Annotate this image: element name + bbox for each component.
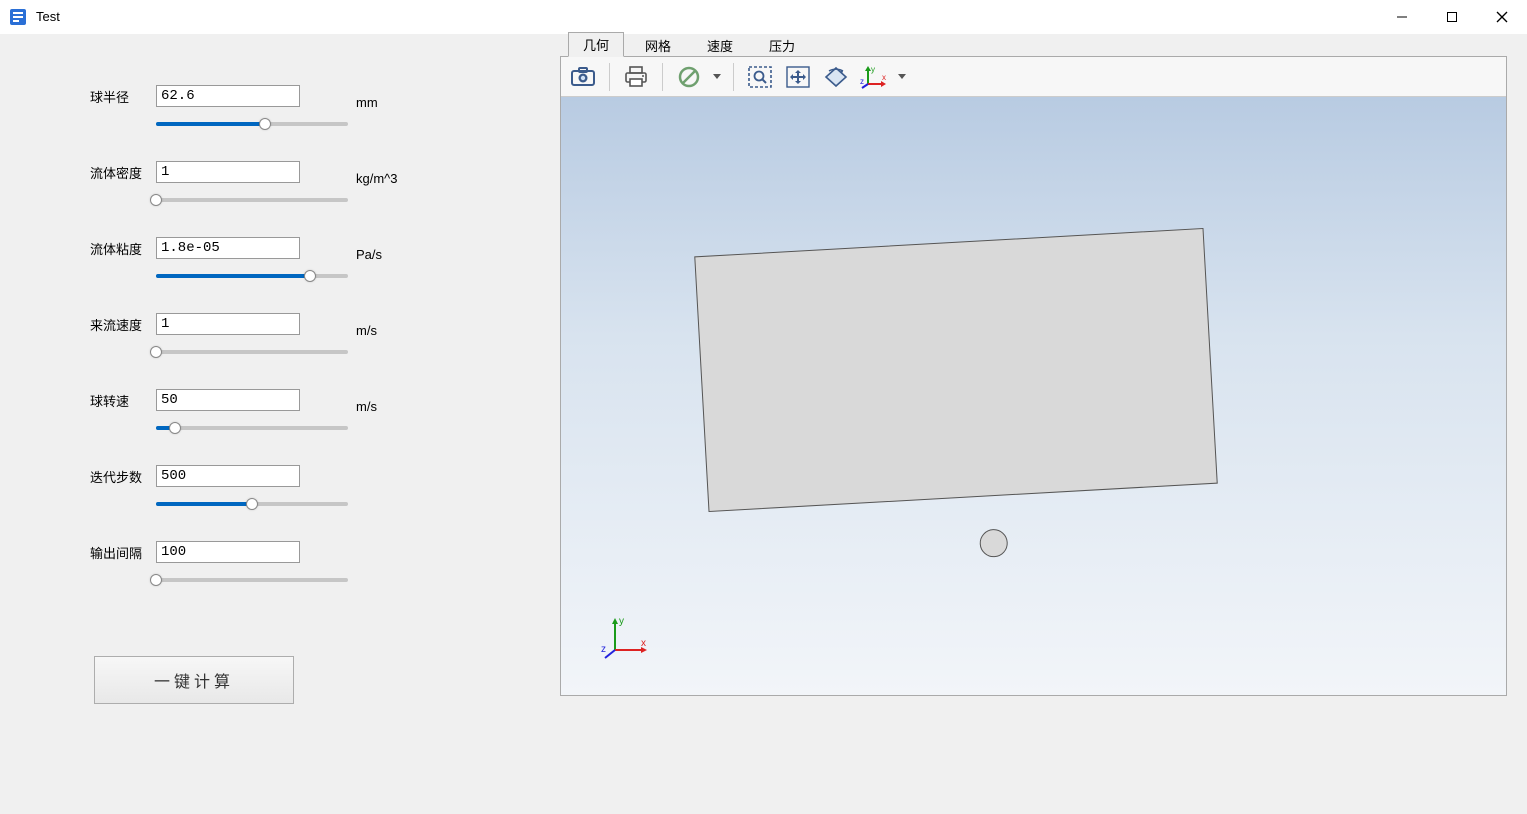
parameters-panel: 球半径 mm 流体密度 kg/m^3 流体粘度 Pa/s 来流速度 m/s 球转速 m/s 迭代步数… [0, 34, 560, 814]
tab-2[interactable]: 速度 [692, 33, 748, 57]
param-unit: kg/m^3 [356, 171, 398, 186]
camera-icon[interactable] [565, 60, 601, 94]
tabs-bar: 几何网格速度压力 [560, 34, 1507, 56]
viewer-panel: 几何网格速度压力 [560, 34, 1527, 814]
param-slider[interactable] [90, 494, 530, 514]
close-button[interactable] [1477, 0, 1527, 33]
param-input[interactable] [156, 313, 300, 335]
geometry-viewport[interactable]: y x z [561, 97, 1506, 695]
param-unit: m/s [356, 399, 377, 414]
axis-z-label: z [601, 644, 606, 655]
param-slider[interactable] [90, 342, 530, 362]
param-label: 迭代步数 [90, 467, 152, 486]
param-row: 流体密度 kg/m^3 [90, 160, 530, 184]
svg-text:y: y [871, 65, 875, 74]
param-slider[interactable] [90, 190, 530, 210]
param-row: 迭代步数 [90, 464, 530, 488]
param-input[interactable] [156, 541, 300, 563]
no-sign-dropdown[interactable] [709, 60, 725, 94]
print-icon[interactable] [618, 60, 654, 94]
orientation-triad: y x z [601, 610, 651, 663]
axes-dropdown[interactable] [894, 60, 910, 94]
rotate-view-icon[interactable] [818, 60, 854, 94]
title-bar: Test [0, 0, 1527, 34]
param-row: 来流速度 m/s [90, 312, 530, 336]
param-label: 流体粘度 [90, 239, 152, 258]
maximize-button[interactable] [1427, 0, 1477, 33]
param-row: 流体粘度 Pa/s [90, 236, 530, 260]
param-input[interactable] [156, 161, 300, 183]
param-unit: mm [356, 95, 378, 110]
param-slider[interactable] [90, 418, 530, 438]
axis-x-label: x [641, 638, 646, 649]
tab-0[interactable]: 几何 [568, 32, 624, 57]
param-label: 来流速度 [90, 315, 152, 334]
domain-rectangle [694, 228, 1217, 512]
param-input[interactable] [156, 85, 300, 107]
param-label: 流体密度 [90, 163, 152, 182]
param-slider[interactable] [90, 114, 530, 134]
param-row: 球转速 m/s [90, 388, 530, 412]
zoom-box-icon[interactable] [742, 60, 778, 94]
minimize-button[interactable] [1377, 0, 1427, 33]
param-input[interactable] [156, 389, 300, 411]
axis-y-label: y [619, 616, 624, 627]
param-label: 输出间隔 [90, 543, 152, 562]
svg-text:z: z [860, 77, 864, 86]
pan-arrows-icon[interactable] [780, 60, 816, 94]
tab-1[interactable]: 网格 [630, 33, 686, 57]
param-row: 输出间隔 [90, 540, 530, 564]
window-title: Test [36, 9, 60, 24]
param-input[interactable] [156, 237, 300, 259]
svg-text:x: x [882, 73, 886, 82]
viewer-toolbar: y x z [561, 57, 1506, 97]
param-label: 球半径 [90, 87, 152, 106]
no-sign-icon[interactable] [671, 60, 707, 94]
tab-3[interactable]: 压力 [754, 33, 810, 57]
param-input[interactable] [156, 465, 300, 487]
calculate-button[interactable]: 一键计算 [94, 656, 294, 704]
param-row: 球半径 mm [90, 84, 530, 108]
param-slider[interactable] [90, 570, 530, 590]
param-label: 球转速 [90, 391, 152, 410]
param-unit: Pa/s [356, 247, 382, 262]
axes-triad-icon[interactable]: y x z [856, 60, 892, 94]
app-icon [8, 7, 28, 27]
param-slider[interactable] [90, 266, 530, 286]
sphere-outline [979, 528, 1009, 558]
viewer-frame: y x z [560, 56, 1507, 696]
param-unit: m/s [356, 323, 377, 338]
